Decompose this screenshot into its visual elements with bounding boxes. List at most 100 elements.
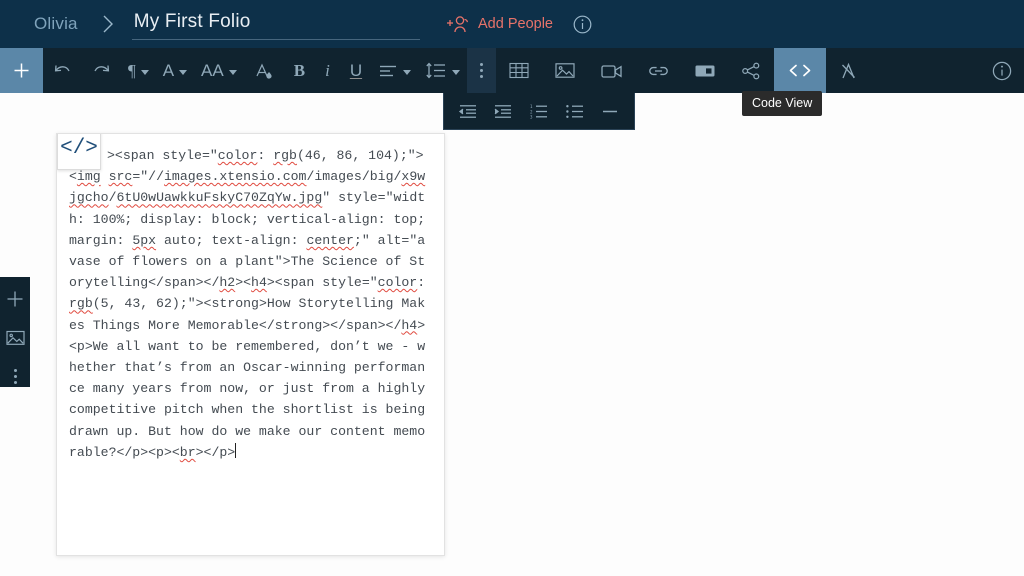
share-nodes-icon (741, 62, 761, 80)
indent-button[interactable] (488, 96, 518, 126)
code-angle-brackets-icon (788, 62, 812, 79)
breadcrumb-user[interactable]: Olivia (34, 14, 78, 34)
italic-button[interactable]: i (315, 48, 340, 93)
code-token: : (417, 275, 434, 291)
ordered-list-button[interactable]: 1 2 3 (524, 96, 554, 126)
insert-image-button[interactable] (542, 48, 588, 93)
svg-text:2: 2 (530, 109, 533, 114)
pilcrow-icon: ¶ (128, 61, 136, 80)
folio-title-text[interactable]: My First Folio (132, 11, 416, 38)
code-token: ><span style=" (266, 275, 378, 291)
header-info-icon[interactable] (573, 15, 592, 34)
share-button[interactable] (728, 48, 774, 93)
insert-link-button[interactable] (635, 48, 682, 93)
add-people-label: Add People (478, 16, 553, 32)
bold-button[interactable]: B (284, 48, 315, 93)
sidebar-add-button[interactable] (4, 289, 26, 310)
line-height-button[interactable] (418, 48, 467, 93)
spellcheck-token: 5px (132, 232, 157, 248)
folio-title-underline (131, 38, 420, 40)
code-token: ></p> (195, 444, 236, 460)
app-root: Olivia My First Folio Add People ¶ A AA … (0, 0, 1024, 576)
code-angle-brackets-icon[interactable]: </> (57, 134, 101, 170)
clear-format-a-icon (839, 62, 858, 80)
vertical-dots-icon (480, 63, 484, 78)
insert-embed-button[interactable] (682, 48, 728, 93)
code-token: /images/big/ (306, 169, 402, 185)
chevron-down-icon (179, 69, 188, 75)
folio-title-field[interactable]: My First Folio (131, 11, 420, 40)
code-view-editor-panel[interactable]: </> ><span style="color: rgb(46, 86, 104… (56, 133, 445, 556)
code-token: : (257, 148, 274, 163)
outdent-icon (458, 104, 478, 119)
spellcheck-token: src (108, 169, 133, 185)
spellcheck-token: h4 (401, 317, 418, 333)
code-token: (5, 43, 62);"><strong>How Storytelling M… (69, 296, 426, 333)
vertical-dots-icon (13, 369, 17, 385)
paragraph-style-button[interactable]: ¶ (121, 48, 156, 93)
editor-toolbar: ¶ A AA B i U (0, 48, 1024, 93)
italic-i-icon: i (325, 61, 330, 80)
code-token: ><span style=" (107, 148, 218, 163)
code-view-button[interactable] (774, 48, 827, 93)
spellcheck-token: h2 (219, 275, 236, 291)
block-sidebar (0, 277, 30, 387)
svg-text:1: 1 (530, 104, 533, 109)
insert-video-button[interactable] (588, 48, 635, 93)
plus-icon (6, 290, 24, 308)
header-right-group: Add People (445, 0, 1024, 48)
app-header: Olivia My First Folio Add People (0, 0, 1024, 48)
add-person-icon (445, 14, 471, 34)
outdent-button[interactable] (453, 96, 483, 126)
insert-table-button[interactable] (496, 48, 542, 93)
code-view-tooltip: Code View (742, 91, 823, 116)
horizontal-rule-button[interactable] (595, 96, 625, 126)
chain-link-icon (648, 64, 669, 78)
spellcheck-token: rgb (273, 148, 297, 163)
spellcheck-token: h4 (251, 275, 267, 291)
font-size-aa-icon: AA (201, 61, 224, 80)
chevron-down-icon (228, 69, 237, 75)
underline-button[interactable]: U (340, 48, 372, 93)
text-caret (235, 442, 237, 458)
sidebar-more-button[interactable] (4, 366, 26, 387)
code-token: ="// (132, 169, 164, 185)
chevron-down-icon (452, 69, 461, 75)
toolbar-info-button[interactable] (992, 48, 1024, 93)
bullet-list-icon (565, 104, 585, 119)
align-left-icon (379, 64, 398, 78)
undo-button[interactable] (43, 48, 82, 93)
spellcheck-token: center (306, 232, 354, 248)
clear-formatting-button[interactable] (826, 48, 871, 93)
font-a-icon: A (162, 61, 175, 80)
sidebar-image-button[interactable] (4, 328, 26, 349)
add-people-button[interactable]: Add People (445, 14, 553, 34)
spellcheck-token: br (179, 444, 196, 460)
font-color-drop-icon (254, 61, 274, 81)
spellcheck-token: color (377, 275, 418, 291)
text-color-button[interactable] (244, 48, 284, 93)
line-height-icon (425, 62, 447, 79)
chevron-down-icon (140, 69, 149, 75)
spellcheck-token: rgb (69, 296, 93, 312)
code-editor-textarea[interactable]: ><span style="color: rgb(46, 86, 104);">… (69, 145, 430, 463)
bold-b-icon: B (293, 61, 306, 80)
numbered-list-icon: 1 2 3 (529, 104, 549, 119)
indent-icon (493, 104, 513, 119)
unordered-list-button[interactable] (560, 96, 590, 126)
horizontal-line-icon (600, 104, 620, 119)
spellcheck-token: img (76, 169, 101, 185)
code-token: auto; text-align: (156, 232, 307, 248)
align-button[interactable] (372, 48, 418, 93)
redo-button[interactable] (82, 48, 121, 93)
toolbar-overflow-panel: 1 2 3 (443, 93, 635, 130)
more-options-button[interactable] (467, 48, 497, 93)
add-block-button[interactable] (0, 48, 43, 93)
font-size-button[interactable]: AA (194, 48, 244, 93)
font-family-button[interactable]: A (156, 48, 194, 93)
video-camera-icon (601, 63, 622, 79)
chevron-right-icon (100, 13, 116, 35)
spellcheck-token: 6tU0wUawkkuFskyC70ZqYw.jpg (116, 190, 323, 206)
